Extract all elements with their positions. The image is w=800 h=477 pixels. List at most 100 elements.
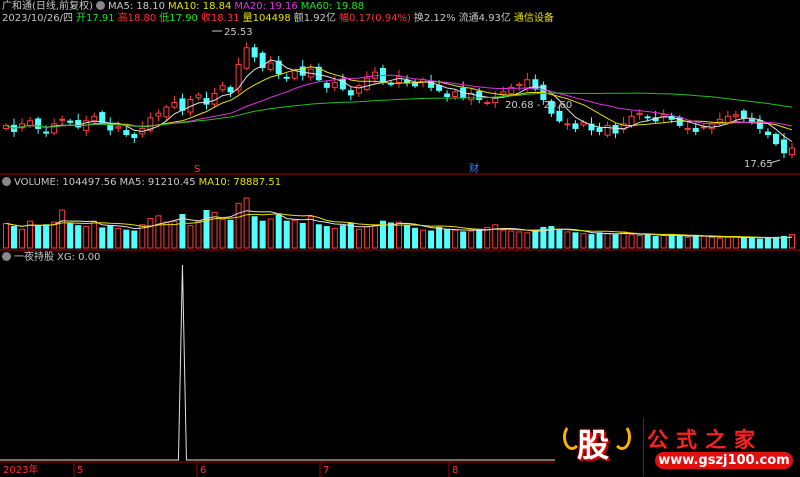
candle-body <box>171 102 178 108</box>
volume-bar <box>67 222 74 249</box>
candle-body <box>35 118 42 129</box>
candle-body <box>59 118 66 121</box>
volume-bar <box>596 232 603 249</box>
candle-body <box>115 126 122 129</box>
candle-body <box>91 115 98 122</box>
volume-bar <box>588 234 595 249</box>
dropdown-icon[interactable] <box>2 177 11 186</box>
horn-icon <box>613 424 631 450</box>
logo-url: www.gszj100.com <box>655 452 793 469</box>
candle-body <box>644 116 651 119</box>
candle-body <box>524 79 531 89</box>
volume-bar <box>339 225 346 249</box>
kline-chart[interactable]: 25.53 17.65 20.68 - 20.60 S 财 2023年 5 6 7 8 <box>0 0 800 477</box>
candle-body <box>123 130 130 136</box>
range-label: 20.68 - 20.60 <box>505 100 572 111</box>
volume-bar <box>355 228 362 249</box>
x-axis-label: 8 <box>452 465 458 476</box>
candle-body <box>179 98 186 111</box>
volume-bar <box>412 227 419 249</box>
volume-bar <box>436 226 443 249</box>
volume-bar <box>644 234 651 249</box>
dropdown-icon[interactable] <box>2 252 11 261</box>
volume-bar <box>756 238 763 249</box>
candle-body <box>291 70 298 79</box>
indicator-header: 一夜持股 XG: 0.00 <box>2 252 103 264</box>
volume-bar <box>532 229 539 249</box>
volume-bar <box>195 220 202 249</box>
volume-bar <box>115 227 122 249</box>
candle-body <box>211 92 218 105</box>
volume-bar <box>476 228 483 249</box>
volume-bar <box>267 218 274 249</box>
volume-bar <box>179 214 186 249</box>
volume-bar <box>460 231 467 249</box>
candle-body <box>564 123 571 126</box>
volume-bar <box>219 218 226 249</box>
volume-bar <box>51 221 58 249</box>
candle-body <box>732 114 739 117</box>
volume-bar <box>147 218 154 249</box>
candle-body <box>51 123 58 134</box>
volume-bar <box>75 225 82 249</box>
volume-bar <box>516 231 523 249</box>
candle-body <box>155 112 162 117</box>
candle-body <box>363 77 370 90</box>
candle-body <box>612 124 619 134</box>
low-price-label: 17.65 <box>744 159 773 170</box>
candle-body <box>692 127 699 132</box>
candle-body <box>219 85 226 91</box>
logo-badge: 股 <box>577 426 610 464</box>
candle-body <box>708 123 715 130</box>
volume-bar <box>508 230 515 249</box>
volume-bar <box>59 209 66 249</box>
volume-bar <box>789 234 795 249</box>
candle-body <box>355 85 362 94</box>
volume-bar <box>19 228 26 249</box>
candle-body <box>604 124 611 136</box>
candle-body <box>444 93 451 97</box>
volume-bar <box>347 222 354 249</box>
volume-bar <box>668 234 675 249</box>
volume-bar <box>43 224 50 249</box>
volume-bar <box>243 197 250 249</box>
volume-ma5: MA5: 91210.45 <box>119 177 196 188</box>
candle-body <box>396 76 402 83</box>
volume-bar <box>91 220 98 249</box>
candle-body <box>195 94 202 99</box>
candle-body <box>243 47 250 69</box>
volume-bar <box>107 225 114 249</box>
volume-bar <box>83 226 90 249</box>
candle-body <box>227 87 234 93</box>
volume-bar <box>556 228 563 249</box>
volume-header: VOLUME: 104497.56 MA5: 91210.45 MA10: 7888… <box>2 177 284 189</box>
volume-bar <box>155 215 162 249</box>
gszj-logo: 股 公式之家 www.gszj100.com <box>555 418 795 476</box>
candle-body <box>764 131 771 136</box>
volume-bar <box>740 237 747 249</box>
volume-bar <box>3 222 9 249</box>
volume-bar <box>251 216 258 249</box>
volume-bar <box>452 229 459 249</box>
volume-bar <box>428 230 435 249</box>
volume-bar <box>772 236 779 249</box>
x-axis-label: 6 <box>200 465 206 476</box>
candle-body <box>347 90 354 96</box>
divider <box>643 418 644 476</box>
volume-bar <box>371 224 378 249</box>
high-price-label: 25.53 <box>224 27 253 38</box>
volume-bar <box>604 233 611 249</box>
indicator-title: 一夜持股 <box>14 252 54 263</box>
volume-bar <box>331 227 338 249</box>
volume-bar <box>652 235 659 249</box>
candle-body <box>780 139 787 154</box>
candle-body <box>379 67 386 82</box>
candle-body <box>131 134 138 139</box>
candle-body <box>716 118 723 123</box>
candle-body <box>203 98 210 105</box>
candle-body <box>724 115 731 124</box>
volume-bar <box>636 235 643 249</box>
candle-body <box>484 102 491 105</box>
volume-bar <box>420 229 427 249</box>
candle-body <box>572 123 579 129</box>
